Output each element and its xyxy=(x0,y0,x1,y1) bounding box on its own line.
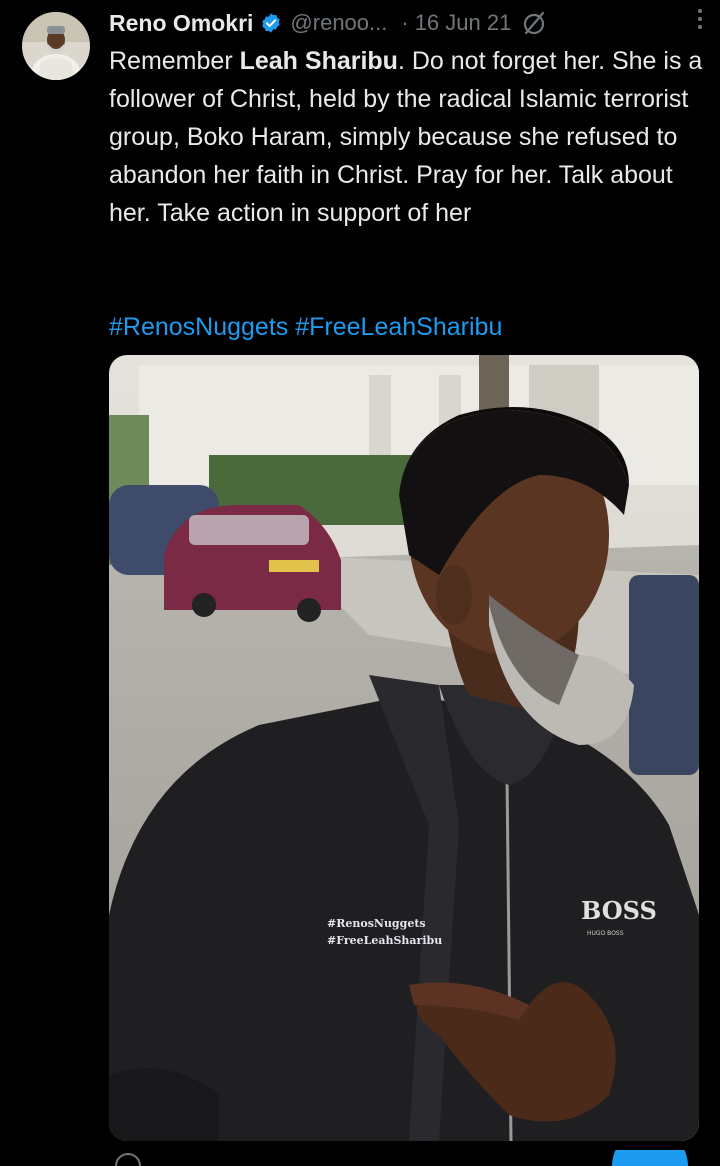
tweet-date[interactable]: 16 Jun 21 xyxy=(415,10,512,36)
avatar[interactable] xyxy=(22,12,90,80)
jacket-brand-sub: HUGO BOSS xyxy=(587,930,624,937)
hashtag-renosnuggets[interactable]: #RenosNuggets xyxy=(109,313,288,341)
more-options-icon[interactable] xyxy=(688,4,712,34)
verified-badge-icon[interactable] xyxy=(260,12,282,34)
jacket-print-line1: #RenosNuggets xyxy=(327,917,426,930)
jacket-print-line2: #FreeLeahSharibu xyxy=(327,934,442,947)
tweet-text: Remember Leah Sharibu. Do not forget her… xyxy=(109,42,709,232)
author-name[interactable]: Reno Omokri xyxy=(109,10,253,37)
hashtag-row: #RenosNuggets #FreeLeahSharibu xyxy=(109,308,502,346)
grok-icon[interactable] xyxy=(521,10,547,36)
tweet-media-photo[interactable]: #RenosNuggets #FreeLeahSharibu BOSS HUGO… xyxy=(109,355,699,1141)
tweet-intro: Remember xyxy=(109,47,240,75)
author-handle[interactable]: @renoo... xyxy=(290,10,387,36)
action-bar-partial xyxy=(115,1150,688,1166)
separator-dot: · xyxy=(401,10,409,35)
photo-illustration: #RenosNuggets #FreeLeahSharibu BOSS HUGO… xyxy=(109,355,699,1141)
jacket-brand-logo: BOSS xyxy=(581,896,657,925)
tweet-bold-name: Leah Sharibu xyxy=(239,47,398,75)
hashtag-freeleahsharibu[interactable]: #FreeLeahSharibu xyxy=(295,313,502,341)
tweet-header: Reno Omokri @renoo... · 16 Jun 21 xyxy=(109,6,700,40)
